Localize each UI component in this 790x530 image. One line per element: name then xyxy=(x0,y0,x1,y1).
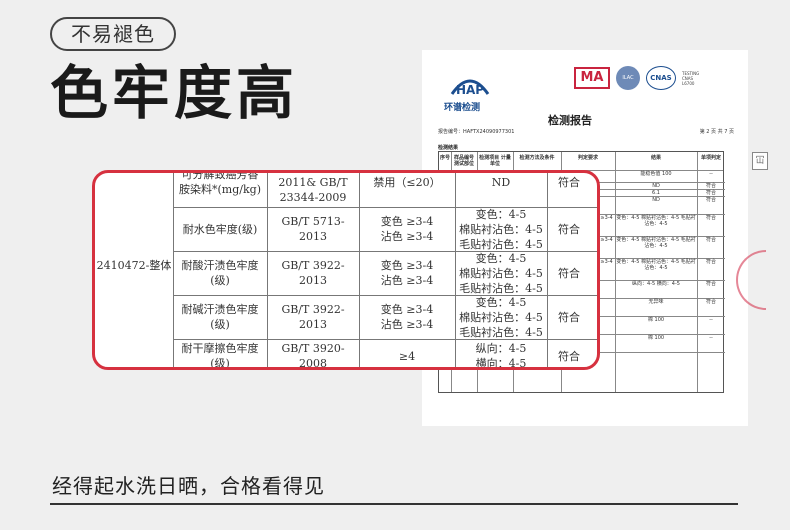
zoom-method-cell: GB/T 3922-2013 xyxy=(281,303,345,331)
table-cell: 变色：4-5 棉贴衬沾色：4-5 毛贴衬沾色：4-5 xyxy=(616,237,696,249)
zoom-verdict-cell: 符合 xyxy=(558,266,580,280)
sample-id-cell: 2410472-整体 xyxy=(96,258,172,272)
table-cell: 变色：4-5 棉贴衬沾色：4-5 毛贴衬沾色：4-5 xyxy=(616,259,696,271)
page-indicator: 第 2 页 共 7 页 xyxy=(699,129,734,135)
fade-resistant-badge: 不易褪色 xyxy=(50,17,176,51)
zoom-requirement-cell: 变色 ≥3-4 沾色 ≥3-4 xyxy=(380,259,434,287)
tagline: 经得起水洗日晒，合格看得见 xyxy=(52,474,325,498)
headline: 色牢度高 xyxy=(50,59,299,127)
zoom-requirement-cell: 变色 ≥3-4 沾色 ≥3-4 xyxy=(380,215,434,243)
table-cell: 符合 xyxy=(705,215,716,221)
table-cell: 纵向：4-5 横向：4-5 xyxy=(632,281,680,287)
zoom-requirement-cell: ≥4 xyxy=(398,349,416,363)
table-cell: 棉 100 xyxy=(647,335,665,341)
table-header-cell: 单项判定 xyxy=(700,155,721,161)
zoom-item-cell: 可分解致癌芳香胺染料*(mg/kg) xyxy=(179,170,261,196)
table-cell: 无异味 xyxy=(648,299,664,305)
zoom-verdict-cell: 符合 xyxy=(558,349,580,363)
zoom-method-cell: GB/T 17592-2011& GB/T 23344-2009 xyxy=(278,173,348,204)
table-header-cell: 结果 xyxy=(650,155,661,161)
report-meta: 报告编号：HAFTX24090977301 第 2 页 共 7 页 xyxy=(438,129,734,135)
table-header-cell: 检测方法及条件 xyxy=(519,155,555,161)
lab-name: 环谱检测 xyxy=(444,103,481,113)
zoomed-results-highlight: 2410472-整体 可分解致癌芳香胺染料*(mg/kg) GB/T 17592-2… xyxy=(92,170,600,370)
hap-logo-icon: HAP xyxy=(450,79,490,97)
zoom-item-cell: 耐酸汗渍色牢度(级) xyxy=(181,259,259,287)
table-cell: 棉 100 xyxy=(647,317,665,323)
zoom-col-line xyxy=(359,173,360,367)
table-header-cell: 检测项目 计量单位 xyxy=(479,155,511,167)
bottom-divider xyxy=(50,503,738,505)
zoomed-results-table: 2410472-整体 可分解致癌芳香胺染料*(mg/kg) GB/T 17592-2… xyxy=(95,170,597,370)
table-cell: 符合 xyxy=(705,197,716,203)
side-toolbar-icon[interactable]: 冚 xyxy=(752,152,768,170)
zoom-item-cell: 耐干摩擦色牢度(级) xyxy=(181,342,259,370)
ilac-seal-icon: ILAC xyxy=(616,66,640,90)
zoom-method-cell: GB/T 5713-2013 xyxy=(281,215,345,243)
results-section-label: 检测结果 xyxy=(438,145,459,151)
zoom-result-cell: 变色：4-5 棉贴衬沾色：4-5 毛贴衬沾色：4-5 xyxy=(459,251,543,295)
table-cell: -- xyxy=(709,335,713,341)
table-header-cell: 判定要求 xyxy=(577,155,598,161)
cnas-mark: CNAS xyxy=(646,66,676,90)
table-header-cell: 样品编号 测试部位 xyxy=(453,155,474,167)
table-cell: -- xyxy=(709,171,713,177)
zoom-col-line xyxy=(455,173,456,367)
zoom-result-cell: 变色：4-5 棉贴衬沾色：4-5 毛贴衬沾色：4-5 xyxy=(459,207,543,251)
table-cell: 符合 xyxy=(705,237,716,243)
table-cell: 符合 xyxy=(705,259,716,265)
table-cell: 变色：4-5 棉贴衬沾色：4-5 毛贴衬沾色：4-5 xyxy=(616,215,696,227)
table-cell: ND xyxy=(652,197,660,203)
zoom-verdict-cell: 符合 xyxy=(558,175,580,189)
certification-marks: MA ILAC CNAS TESTING CNAS L6700 xyxy=(574,66,706,90)
zoom-item-cell: 耐水色牢度(级) xyxy=(182,222,258,236)
zoom-col-line xyxy=(173,173,174,367)
zoom-result-cell: 变色：4-5 棉贴衬沾色：4-5 毛贴衬沾色：4-5 xyxy=(459,295,543,339)
table-header-cell: 序号 xyxy=(439,155,450,161)
table-cell: 符合 xyxy=(705,299,716,305)
zoom-requirement-cell: 变色 ≥3-4 沾色 ≥3-4 xyxy=(380,303,434,331)
zoom-verdict-cell: 符合 xyxy=(558,310,580,324)
svg-text:HAP: HAP xyxy=(456,83,484,97)
table-cell: 能稳色值 100 xyxy=(640,171,672,177)
zoom-requirement-cell: 禁用（≤20） xyxy=(373,175,441,189)
cma-mark: MA xyxy=(574,67,610,89)
zoom-item-cell: 耐碱汗渍色牢度(级) xyxy=(181,303,259,331)
cnas-testing-label: TESTING CNAS L6700 xyxy=(682,70,700,86)
table-cell: -- xyxy=(709,317,713,323)
zoom-method-cell: GB/T 3920-2008 xyxy=(281,342,345,370)
zoom-verdict-cell: 符合 xyxy=(558,222,580,236)
zoom-method-cell: GB/T 3922-2013 xyxy=(281,259,345,287)
zoom-result-cell: 纵向：4-5 横向：4-5 xyxy=(475,342,527,370)
report-title: 检测报告 xyxy=(548,114,592,127)
table-cell: 符合 xyxy=(705,281,716,287)
zoom-col-line xyxy=(267,173,268,367)
zoom-result-cell: ND xyxy=(491,175,511,189)
